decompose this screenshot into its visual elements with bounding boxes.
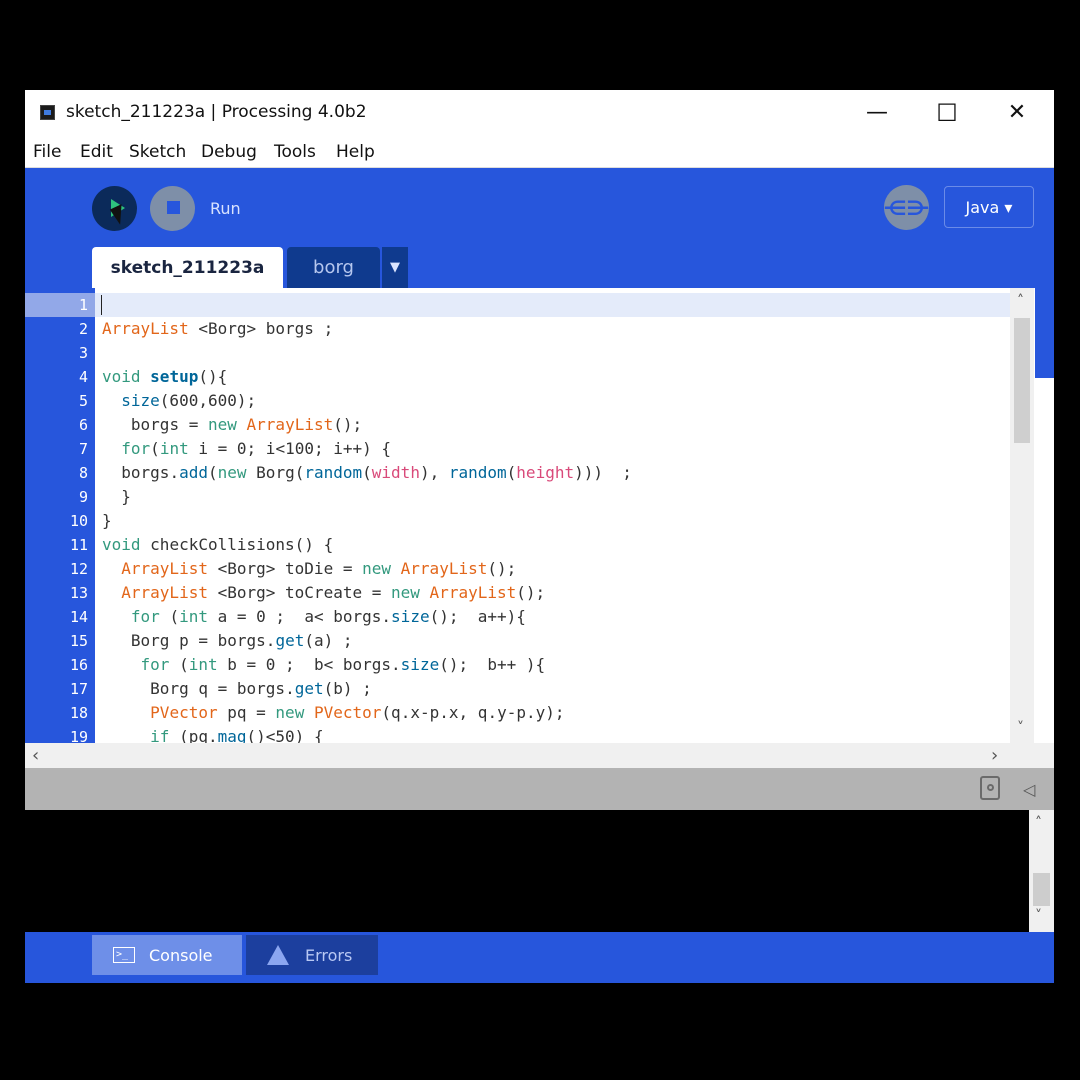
line-number: 8 — [78, 464, 88, 482]
line-number: 16 — [69, 656, 88, 674]
window-title: sketch_211223a | Processing 4.0b2 — [66, 102, 367, 122]
editor-scroll-thumb[interactable] — [1014, 318, 1030, 443]
line-number: 9 — [78, 488, 88, 506]
scroll-right-arrow-icon[interactable]: › — [991, 745, 998, 766]
menu-help[interactable]: Help — [336, 142, 375, 162]
line-number: 18 — [69, 704, 88, 722]
scroll-down-arrow-icon[interactable]: ˅ — [1017, 720, 1024, 736]
menu-sketch[interactable]: Sketch — [129, 142, 186, 162]
code-line: for (int b = 0 ; b< borgs.size(); b++ ){ — [140, 655, 546, 674]
tab-borg[interactable]: borg — [287, 247, 380, 288]
run-label: Run — [210, 199, 241, 218]
line-number: 7 — [78, 440, 88, 458]
line-number: 6 — [78, 416, 88, 434]
menu-file[interactable]: File — [33, 142, 61, 162]
line-number: 10 — [69, 512, 88, 530]
code-line: for (int a = 0 ; a< borgs.size(); a++){ — [130, 607, 526, 626]
line-number: 11 — [69, 536, 88, 554]
line-number: 2 — [78, 320, 88, 338]
scroll-up-arrow-icon[interactable]: ˄ — [1017, 293, 1024, 309]
text-caret — [101, 295, 102, 315]
processing-app-icon — [40, 105, 55, 120]
code-line: void checkCollisions() { — [102, 535, 334, 554]
console-icon: >_ — [113, 947, 135, 963]
close-button[interactable]: ✕ — [982, 90, 1052, 135]
current-line-highlight — [95, 293, 1010, 317]
status-bar — [25, 768, 1054, 810]
code-line: Borg q = borgs.get(b) ; — [150, 679, 372, 698]
code-line: } — [102, 487, 131, 506]
menu-debug[interactable]: Debug — [201, 142, 257, 162]
tab-menu-button[interactable]: ▼ — [382, 247, 408, 288]
code-line: borgs.add(new Borg(random(width), random… — [121, 463, 632, 482]
code-line: ArrayList <Borg> toCreate = new ArrayLis… — [121, 583, 546, 602]
code-line: ArrayList <Borg> toDie = new ArrayList()… — [121, 559, 517, 578]
line-number: 1 — [78, 296, 88, 314]
code-line: Borg p = borgs.get(a) ; — [130, 631, 353, 650]
line-number: 14 — [69, 608, 88, 626]
line-number: 5 — [78, 392, 88, 410]
warning-icon — [267, 945, 289, 965]
code-line: PVector pq = new PVector(q.x-p.x, q.y-p.… — [150, 703, 565, 722]
line-number: 12 — [69, 560, 88, 578]
clipboard-icon[interactable] — [980, 776, 1000, 800]
line-number: 3 — [78, 344, 88, 362]
menu-edit[interactable]: Edit — [80, 142, 113, 162]
tab-console[interactable]: >_ Console — [92, 935, 242, 975]
tab-sketch-211223a[interactable]: sketch_211223a — [92, 247, 283, 288]
debugger-button[interactable]: ⋲⋺ — [883, 185, 930, 230]
tab-errors-label: Errors — [305, 945, 353, 965]
code-line: } — [102, 511, 112, 530]
console-scroll-down-icon[interactable]: ˅ — [1035, 908, 1042, 924]
line-number: 17 — [69, 680, 88, 698]
line-number: 15 — [69, 632, 88, 650]
editor-horizontal-scrollbar[interactable] — [25, 743, 1054, 768]
code-line: void setup(){ — [102, 367, 228, 386]
console-scroll-up-icon[interactable]: ˄ — [1035, 815, 1042, 831]
scroll-left-arrow-icon[interactable]: ‹ — [32, 745, 39, 766]
code-line: for(int i = 0; i<100; i++) { — [121, 439, 392, 458]
line-number: 13 — [69, 584, 88, 602]
code-line: borgs = new ArrayList(); — [130, 415, 363, 434]
mode-selector[interactable]: Java ▾ — [944, 186, 1034, 228]
console-scroll-thumb[interactable] — [1033, 873, 1050, 906]
maximize-button[interactable]: ☐ — [912, 90, 982, 135]
tab-console-label: Console — [149, 945, 213, 965]
console-output[interactable] — [25, 810, 1029, 932]
minimize-button[interactable]: — — [842, 90, 912, 135]
stop-icon — [167, 201, 180, 214]
collapse-console-icon[interactable]: ◁ — [1023, 780, 1035, 799]
menu-tools[interactable]: Tools — [274, 142, 316, 162]
code-line: ArrayList <Borg> borgs ; — [102, 319, 334, 338]
debugger-butterfly-icon: ⋲⋺ — [883, 195, 930, 220]
tab-errors[interactable]: Errors — [246, 935, 378, 975]
processing-window: sketch_211223a | Processing 4.0b2 — ☐ ✕ … — [25, 90, 1054, 983]
line-number: 4 — [78, 368, 88, 386]
code-line: size(600,600); — [121, 391, 257, 410]
